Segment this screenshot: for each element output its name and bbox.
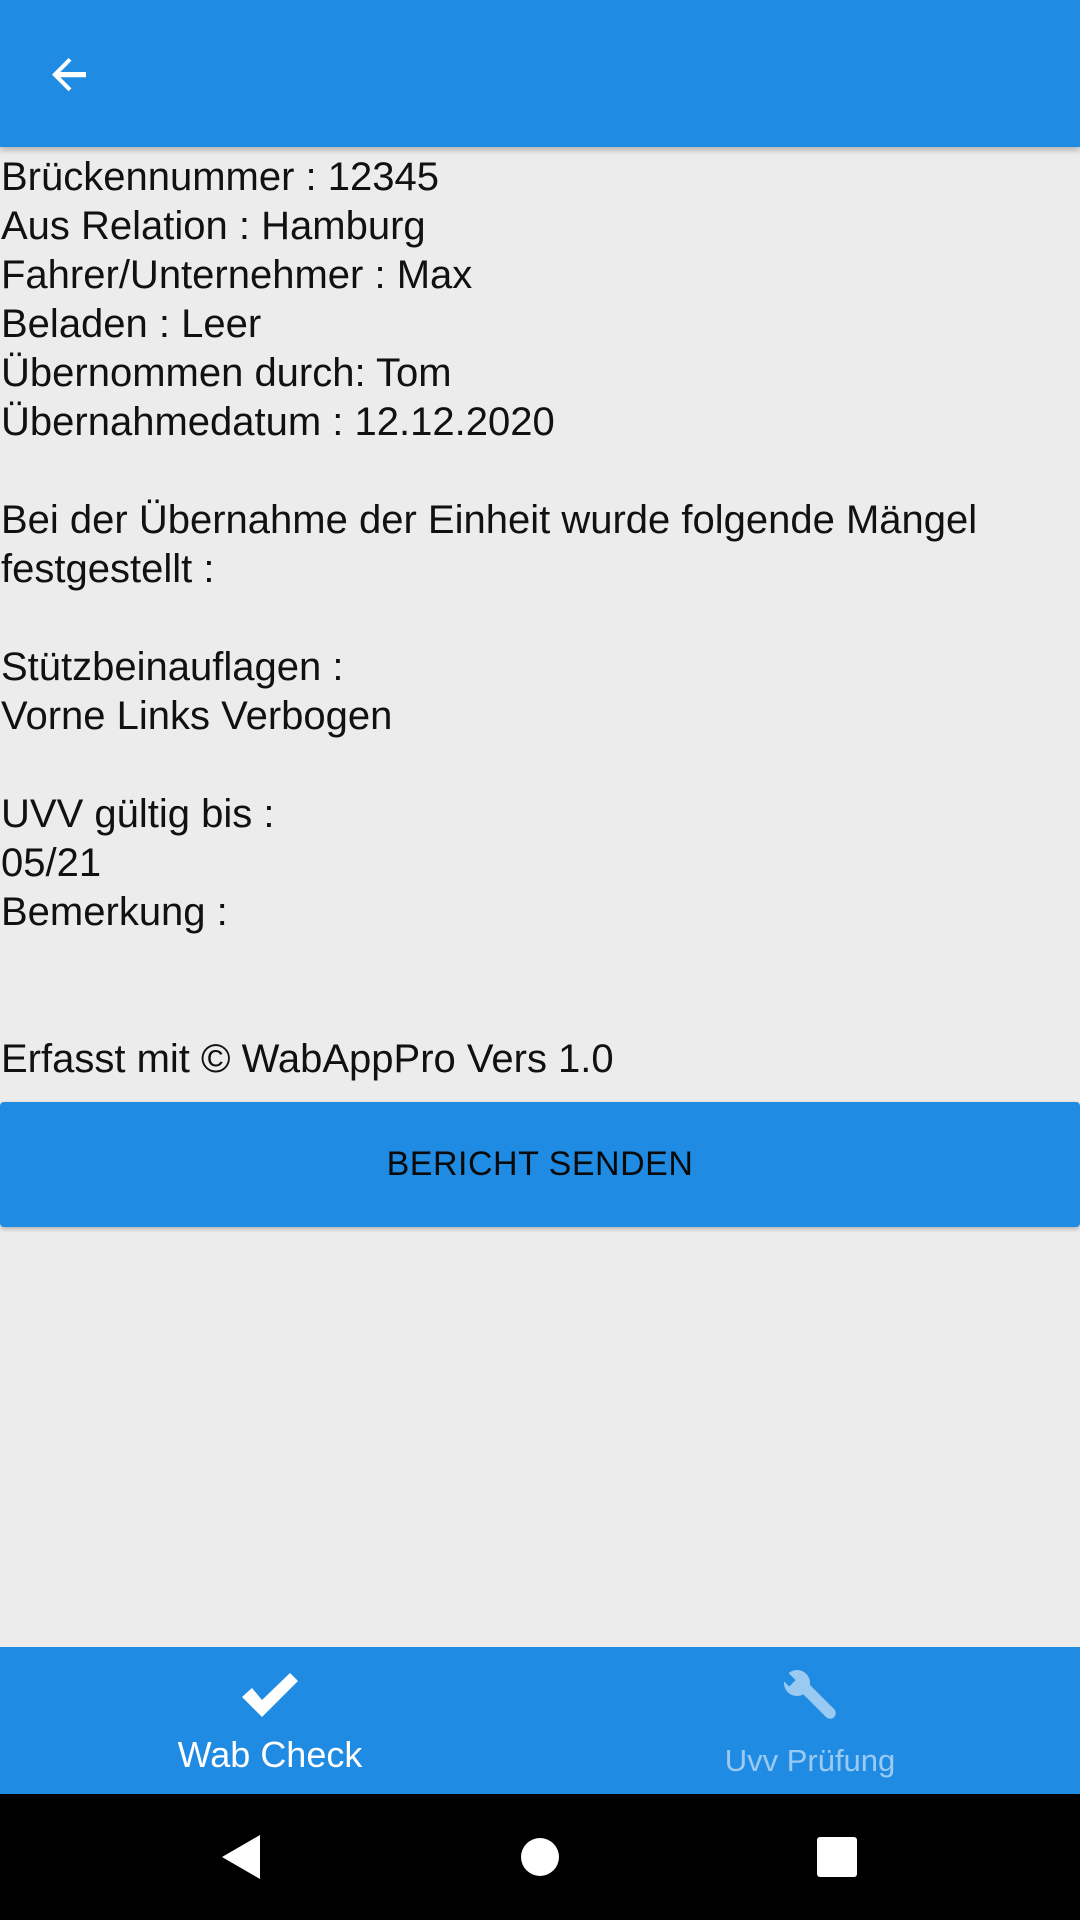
- loaded-line: Beladen : Leer: [1, 302, 262, 346]
- report-content: Brückennummer : 12345 Aus Relation : Ham…: [0, 153, 1080, 1084]
- driver-line: Fahrer/Unternehmer : Max: [1, 253, 473, 297]
- nav-item-wab-check[interactable]: Wab Check: [0, 1647, 540, 1794]
- footer-credit: Erfasst mit © WabAppPro Vers 1.0: [1, 1037, 614, 1081]
- defect-value: Vorne Links Verbogen: [1, 694, 393, 738]
- nav-item-uvv-pruefung[interactable]: Uvv Prüfung: [540, 1647, 1080, 1794]
- checkmark-icon: [238, 1667, 302, 1723]
- relation-line: Aus Relation : Hamburg: [1, 204, 426, 248]
- back-button[interactable]: [30, 34, 110, 114]
- bridge-number-line: Brückennummer : 12345: [1, 155, 440, 199]
- defects-intro: Bei der Übernahme der Einheit wurde folg…: [1, 498, 978, 591]
- nav-label-wab-check: Wab Check: [177, 1734, 363, 1775]
- app-bar: [0, 0, 1080, 147]
- uvv-heading: UVV gültig bis :: [1, 792, 275, 836]
- recents-square-icon[interactable]: [807, 1827, 867, 1887]
- defect-heading: Stützbeinauflagen :: [1, 645, 344, 689]
- system-navigation-bar: [0, 1794, 1080, 1920]
- uvv-value: 05/21: [1, 841, 102, 885]
- send-report-button[interactable]: BERICHT SENDEN: [0, 1102, 1080, 1227]
- taken-over-by-line: Übernommen durch: Tom: [1, 351, 452, 395]
- takeover-date-line: Übernahmedatum : 12.12.2020: [1, 400, 555, 444]
- back-triangle-icon[interactable]: [210, 1827, 270, 1887]
- remark-label: Bemerkung :: [1, 890, 228, 934]
- nav-label-uvv-pruefung: Uvv Prüfung: [724, 1743, 896, 1778]
- arrow-left-icon: [52, 58, 86, 92]
- home-circle-icon[interactable]: [510, 1827, 570, 1887]
- bottom-navigation: Wab Check Uvv Prüfung: [0, 1647, 1080, 1794]
- wrench-icon: [778, 1667, 842, 1723]
